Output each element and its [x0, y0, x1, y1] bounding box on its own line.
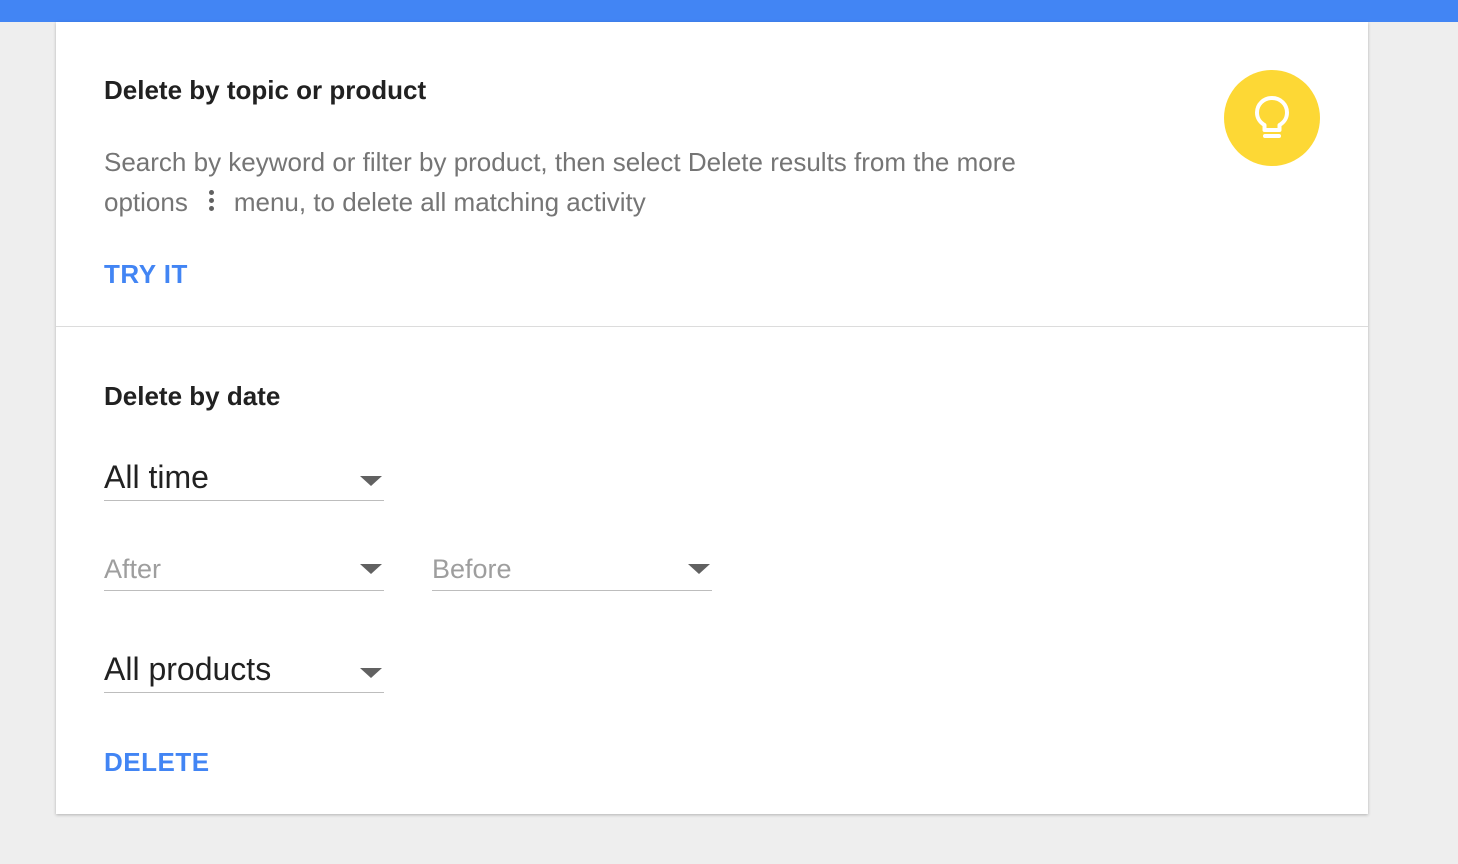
lightbulb-glyph: [1255, 96, 1289, 138]
delete-button[interactable]: DELETE: [104, 746, 210, 778]
lightbulb-icon: [1224, 70, 1320, 166]
dropdown-arrow-icon: [360, 668, 382, 678]
dropdown-arrow-icon: [360, 564, 382, 574]
topic-section-description: Search by keyword or filter by product, …: [104, 142, 1104, 222]
dropdown-arrow-icon: [360, 476, 382, 486]
after-date-select[interactable]: After: [104, 544, 384, 591]
delete-by-topic-section: Delete by topic or product Search by key…: [56, 22, 1368, 327]
after-date-placeholder: After: [104, 554, 162, 584]
try-it-button[interactable]: TRY IT: [104, 258, 188, 290]
dropdown-arrow-icon: [688, 564, 710, 574]
topic-section-title: Delete by topic or product: [104, 75, 427, 105]
before-date-placeholder: Before: [432, 554, 512, 584]
description-text-end: menu, to delete all matching activity: [233, 187, 646, 217]
delete-activity-card: Delete by topic or product Search by key…: [56, 22, 1368, 814]
date-section-title: Delete by date: [104, 381, 281, 411]
date-range-value: All time: [104, 459, 209, 495]
product-select[interactable]: All products: [104, 646, 384, 693]
before-date-select[interactable]: Before: [432, 544, 712, 591]
more-vert-icon: [208, 190, 214, 212]
top-app-bar: [0, 0, 1458, 22]
product-select-value: All products: [104, 651, 272, 687]
date-range-select[interactable]: All time: [104, 454, 384, 501]
